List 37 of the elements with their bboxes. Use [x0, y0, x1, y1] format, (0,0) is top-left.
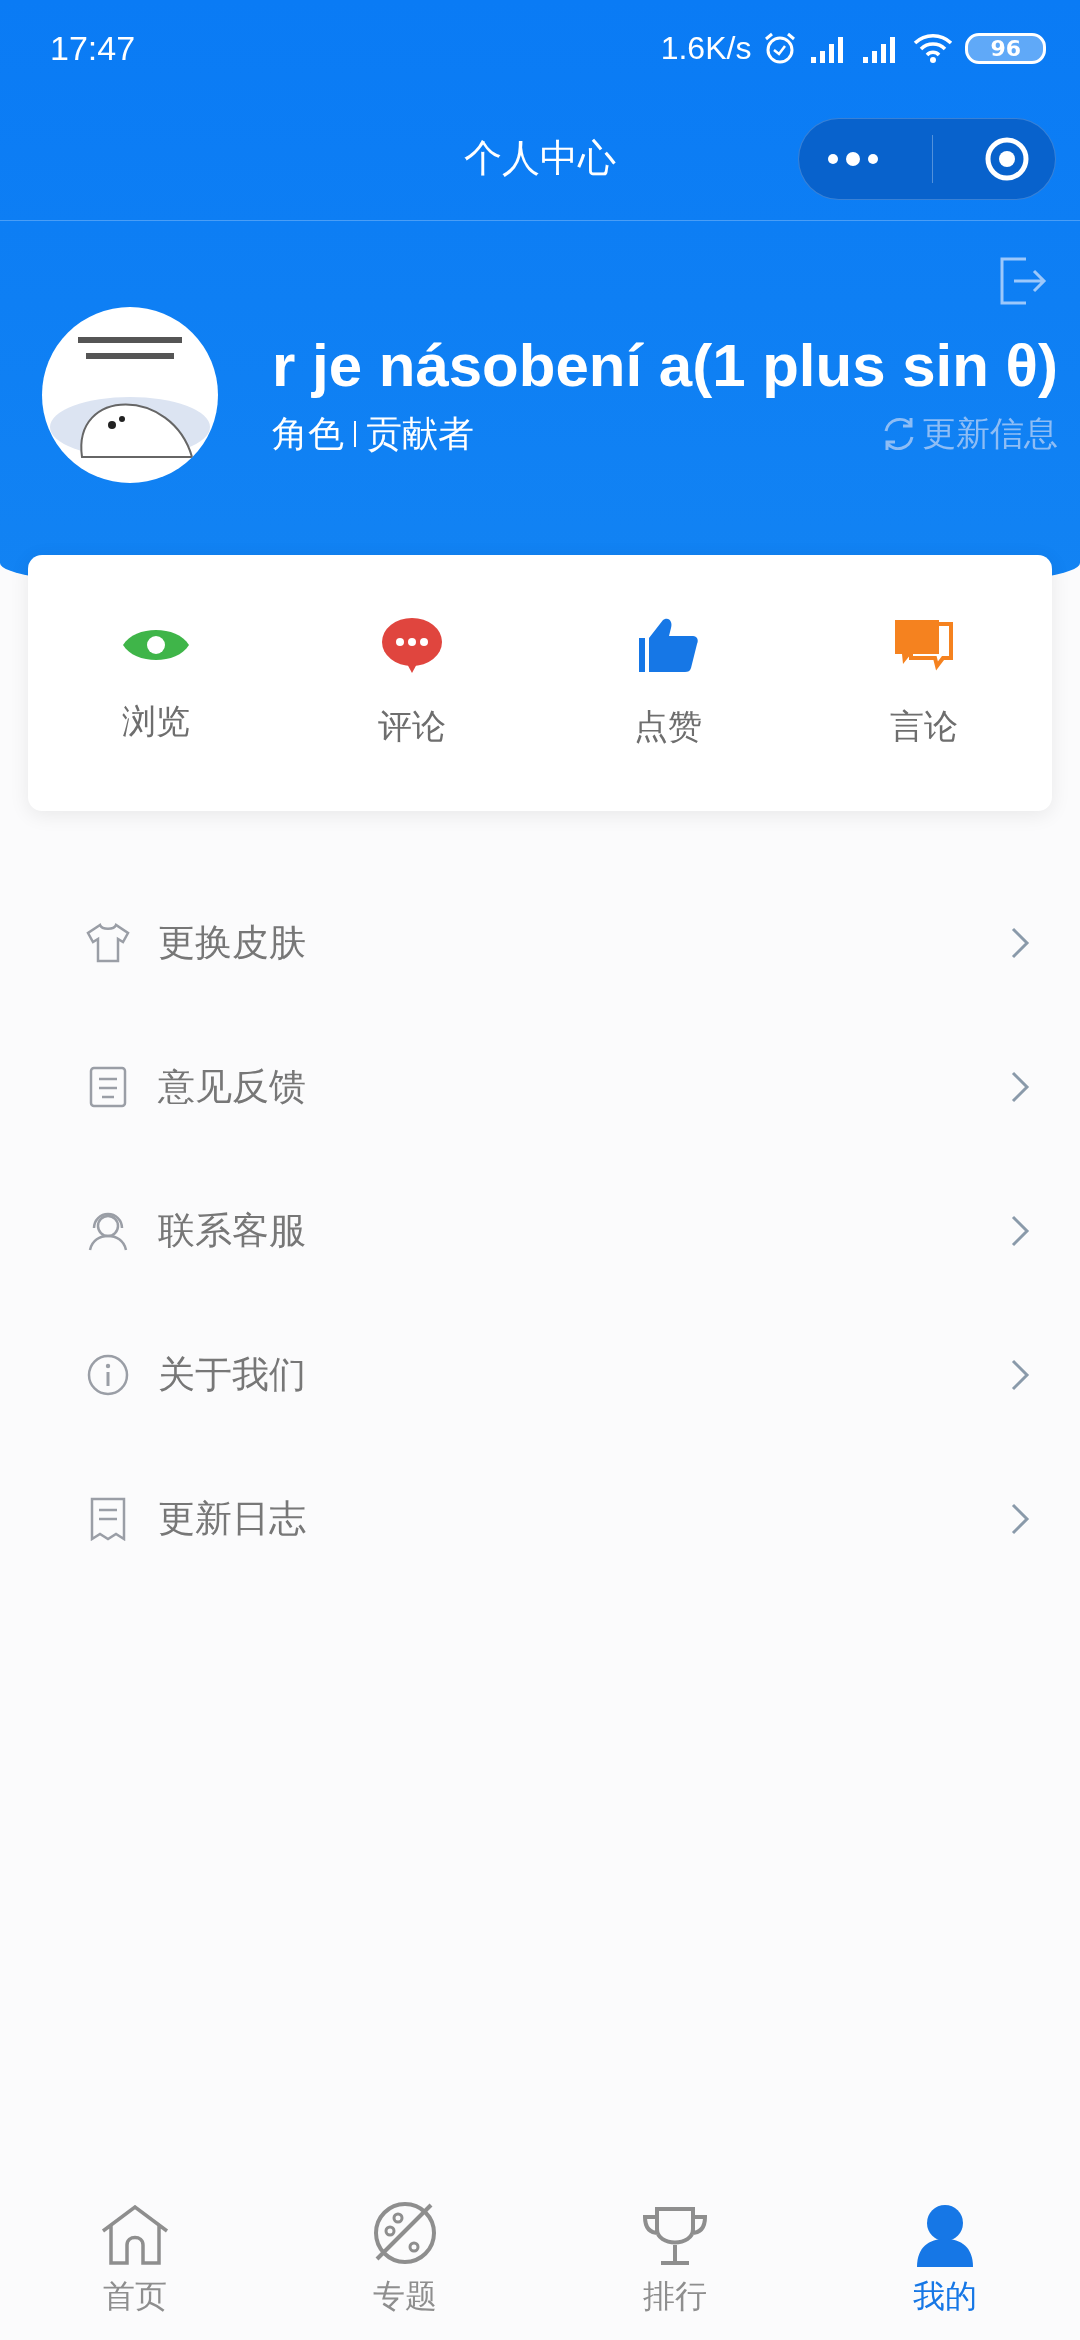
role-label: 角色	[272, 411, 344, 456]
status-time: 17:47	[50, 28, 136, 68]
menu-item[interactable]: 更换皮肤	[0, 871, 1080, 1015]
chevron-right-icon	[1010, 1214, 1030, 1248]
menu-item[interactable]: 关于我们	[0, 1303, 1080, 1447]
planet-icon	[371, 2199, 439, 2267]
tab[interactable]: 首页	[0, 2150, 270, 2320]
alarm-icon	[763, 31, 798, 65]
tab[interactable]: 专题	[270, 2150, 540, 2320]
chat-bubble-icon[interactable]	[381, 616, 443, 674]
page-title: 个人中心	[464, 134, 616, 182]
menu-item[interactable]: 更新日志	[0, 1447, 1080, 1591]
thumbs-up-icon[interactable]	[637, 616, 699, 674]
chevron-right-icon	[1010, 1070, 1030, 1104]
chevron-right-icon	[1010, 1358, 1030, 1392]
chevron-right-icon	[1010, 1502, 1030, 1536]
menu-item[interactable]: 联系客服	[0, 1159, 1080, 1303]
stat-label[interactable]: 言论	[890, 704, 958, 750]
tab[interactable]: 排行	[540, 2150, 810, 2320]
stat-label[interactable]: 评论	[378, 704, 446, 750]
shirt-icon	[86, 923, 130, 963]
headset-person-icon	[86, 1210, 130, 1252]
info-icon	[86, 1353, 130, 1397]
close-icon[interactable]	[983, 136, 1030, 182]
menu-item[interactable]: 意见反馈	[0, 1015, 1080, 1159]
user-name: r je násobení a(1 plus sin θ)	[272, 331, 1058, 400]
tab[interactable]: 我的	[810, 2150, 1080, 2320]
network-speed: 1.6K/s	[660, 29, 752, 67]
trophy-icon	[641, 2205, 709, 2267]
role-value: 贡献者	[366, 411, 474, 456]
stat-label[interactable]: 浏览	[122, 699, 190, 745]
chevron-right-icon	[1010, 926, 1030, 960]
stat-label[interactable]: 点赞	[634, 704, 702, 750]
person-icon	[915, 2203, 975, 2267]
battery-indicator: 96	[965, 32, 1046, 64]
home-icon	[101, 2205, 169, 2267]
wifi-icon	[913, 31, 954, 65]
